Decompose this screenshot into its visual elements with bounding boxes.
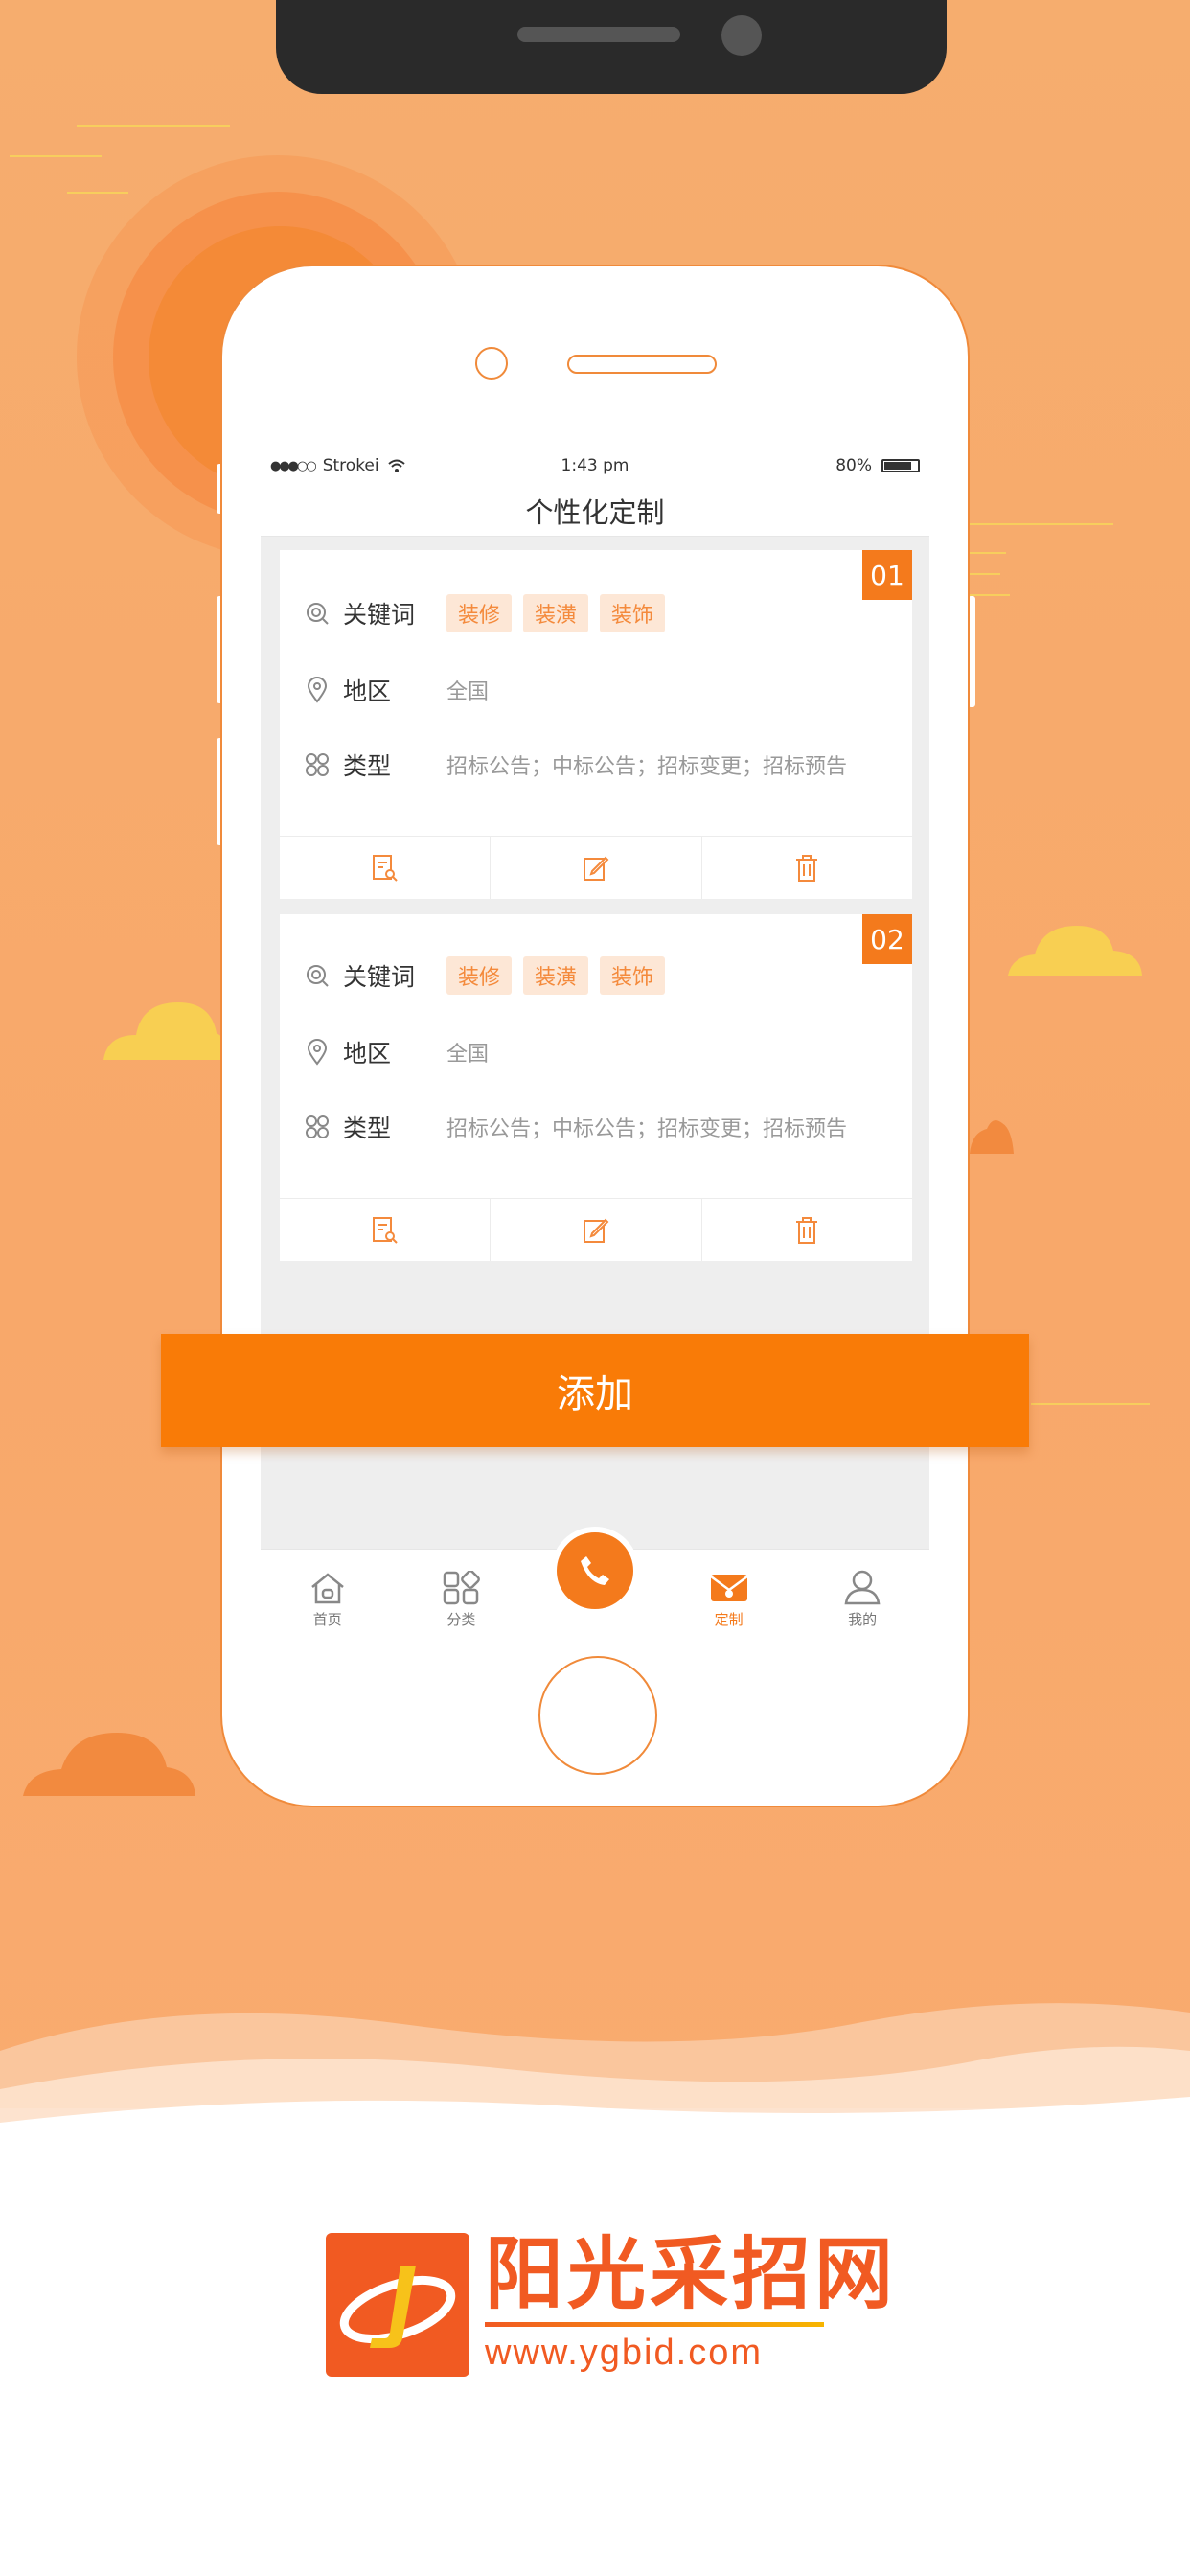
- tab-mine[interactable]: 我的: [795, 1550, 929, 1635]
- home-icon: [311, 1573, 344, 1604]
- app-screen: ●●●○○ Strokei 1:43 pm 80% 个性化定制 01 关键词 装…: [261, 447, 929, 1635]
- card-index-badge: 01: [862, 550, 912, 600]
- keyword-tag: 装饰: [600, 956, 666, 995]
- trash-icon: [796, 1216, 818, 1244]
- signal-icon: ●●●○○: [270, 458, 317, 473]
- phone-icon: [581, 1556, 609, 1585]
- keyword-label: 关键词: [343, 601, 416, 629]
- brand-divider: [485, 2322, 824, 2327]
- phone-front-camera: [475, 347, 508, 380]
- keyword-row: 关键词 装修 装潢 装饰: [303, 594, 676, 632]
- edit-button[interactable]: [491, 1199, 702, 1261]
- brand-url: www.ygbid.com: [485, 2333, 763, 2373]
- cloud-icon: [970, 1120, 1014, 1154]
- tab-label: 定制: [714, 1611, 744, 1628]
- tab-label: 首页: [312, 1611, 342, 1628]
- page-title: 个性化定制: [261, 485, 929, 537]
- decor-line: [968, 523, 1113, 525]
- notch-camera: [721, 15, 762, 56]
- decor-line: [77, 125, 230, 126]
- view-button[interactable]: [280, 837, 492, 899]
- region-label: 地区: [343, 678, 392, 705]
- view-detail-icon: [372, 1216, 398, 1244]
- mail-icon: [709, 1575, 748, 1601]
- grid-icon: [444, 1571, 481, 1605]
- keyword-tag: 装修: [446, 594, 513, 632]
- brand-block: 阳光采招网 www.ygbid.com: [326, 2233, 897, 2377]
- tab-category[interactable]: 分类: [395, 1550, 529, 1635]
- type-value: 招标公告；中标公告；招标变更；招标预告: [446, 1117, 848, 1141]
- region-row: 地区 全国: [303, 1035, 489, 1070]
- location-pin-icon: [303, 1038, 332, 1067]
- keyword-search-icon: [303, 961, 332, 990]
- type-value: 招标公告；中标公告；招标变更；招标预告: [446, 755, 848, 779]
- decor-line: [968, 552, 1006, 554]
- carrier-label: Strokei: [322, 456, 379, 475]
- card-actions: [280, 836, 912, 899]
- subscription-card: 02 关键词 装修 装潢 装饰 地区 全国 类型 招标公告；中标公告；招标变更；…: [280, 914, 912, 1261]
- wifi-icon: [387, 459, 405, 472]
- notch-speaker: [517, 27, 680, 42]
- bottom-tab-bar: 首页 分类 定制 我的: [261, 1527, 929, 1635]
- card-index-badge: 02: [862, 914, 912, 964]
- cloud-icon: [1008, 926, 1142, 976]
- view-button[interactable]: [280, 1199, 492, 1261]
- decor-line: [67, 192, 128, 194]
- cloud-icon: [103, 1002, 228, 1060]
- category-icon: [303, 1113, 332, 1141]
- keyword-label: 关键词: [343, 963, 416, 991]
- region-value: 全国: [446, 680, 490, 704]
- view-detail-icon: [372, 854, 398, 882]
- add-button[interactable]: 添加: [161, 1334, 1029, 1447]
- edit-icon: [583, 856, 609, 881]
- location-pin-icon: [303, 676, 332, 704]
- brand-text: 阳光采招网 www.ygbid.com: [485, 2236, 897, 2374]
- tab-label: 分类: [446, 1611, 476, 1628]
- status-bar: ●●●○○ Strokei 1:43 pm 80%: [261, 447, 929, 485]
- category-icon: [303, 750, 332, 779]
- edit-icon: [583, 1218, 609, 1243]
- user-icon: [844, 1570, 881, 1605]
- keyword-tag: 装潢: [523, 594, 589, 632]
- call-button[interactable]: [551, 1527, 639, 1615]
- keyword-tag: 装潢: [523, 956, 589, 995]
- brand-name: 阳光采招网: [485, 2229, 898, 2320]
- type-label: 类型: [343, 752, 392, 780]
- keyword-tag: 装饰: [600, 594, 666, 632]
- trash-icon: [796, 854, 818, 882]
- keyword-search-icon: [303, 599, 332, 628]
- decor-line: [1031, 1403, 1150, 1405]
- decor-line: [10, 155, 102, 157]
- tab-home[interactable]: 首页: [261, 1550, 395, 1635]
- delete-button[interactable]: [702, 837, 912, 899]
- battery-icon: [881, 459, 920, 472]
- wave-decoration: [0, 2003, 1190, 2166]
- tab-label: 我的: [848, 1611, 878, 1628]
- delete-button[interactable]: [702, 1199, 912, 1261]
- type-label: 类型: [343, 1115, 392, 1142]
- keyword-tag: 装修: [446, 956, 513, 995]
- region-value: 全国: [446, 1043, 490, 1067]
- phone-earpiece: [567, 355, 717, 374]
- region-row: 地区 全国: [303, 673, 489, 707]
- edit-button[interactable]: [491, 837, 702, 899]
- type-row: 类型 招标公告；中标公告；招标变更；招标预告: [303, 1110, 847, 1144]
- region-label: 地区: [343, 1040, 392, 1068]
- promo-scene: ●●●○○ Strokei 1:43 pm 80% 个性化定制 01 关键词 装…: [0, 0, 1190, 2576]
- subscription-card: 01 关键词 装修 装潢 装饰 地区 全国 类型 招标公告；中标公告；招标变更；…: [280, 550, 912, 899]
- cloud-icon: [23, 1733, 195, 1796]
- device-notch: [276, 0, 947, 94]
- card-actions: [280, 1198, 912, 1261]
- phone-home-button[interactable]: [538, 1656, 657, 1775]
- brand-logo-icon: [326, 2233, 469, 2377]
- keyword-row: 关键词 装修 装潢 装饰: [303, 956, 676, 995]
- tab-custom[interactable]: 定制: [662, 1550, 796, 1635]
- decor-line: [968, 573, 1000, 575]
- battery-percent: 80%: [835, 456, 872, 475]
- type-row: 类型 招标公告；中标公告；招标变更；招标预告: [303, 748, 847, 782]
